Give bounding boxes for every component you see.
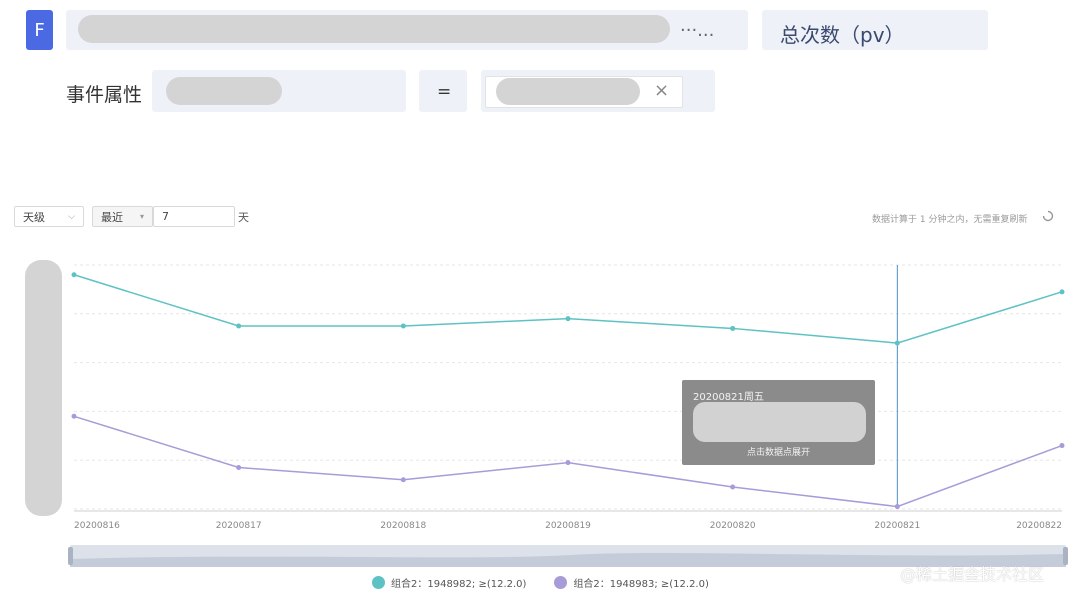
data-point[interactable] — [730, 325, 736, 331]
data-point[interactable] — [400, 477, 406, 483]
x-tick-label: 20200820 — [710, 521, 756, 531]
line-chart[interactable]: 20200816 20200817 20200818 20200819 20200820… — [0, 0, 1080, 600]
x-tick-label: 20200819 — [545, 521, 591, 531]
x-tick-label: 20200821 — [874, 521, 920, 531]
series-line-1 — [73, 274, 1063, 344]
legend-label: 组合2：1948983; ≥(12.2.0) — [573, 579, 709, 590]
x-tick-label: 20200822 — [1016, 521, 1062, 531]
legend-label: 组合2：1948982; ≥(12.2.0) — [391, 579, 527, 590]
data-point[interactable] — [71, 413, 77, 419]
data-point[interactable] — [400, 323, 406, 329]
x-tick-label: 20200816 — [74, 521, 120, 531]
tooltip-date: 20200821周五 — [693, 392, 764, 403]
data-point[interactable] — [1059, 289, 1065, 295]
x-tick-label: 20200817 — [216, 521, 262, 531]
x-tick-label: 20200818 — [380, 521, 426, 531]
data-point[interactable] — [1059, 443, 1065, 449]
data-point[interactable] — [236, 323, 242, 329]
data-point[interactable] — [565, 460, 571, 466]
legend-dot — [554, 576, 568, 589]
data-point[interactable] — [565, 316, 571, 322]
legend: 组合2：1948982; ≥(12.2.0) 组合2：1948983; ≥(12… — [372, 575, 709, 590]
data-point[interactable] — [730, 484, 736, 490]
data-point[interactable] — [894, 504, 900, 510]
tooltip: 20200821周五 点击数据点展开 — [682, 380, 875, 465]
tooltip-hint: 点击数据点展开 — [746, 448, 810, 458]
slider-handle-right[interactable] — [1063, 547, 1068, 565]
legend-dot — [372, 576, 385, 589]
data-point[interactable] — [236, 465, 242, 471]
legend-item[interactable]: 组合2：1948983; ≥(12.2.0) — [554, 575, 709, 590]
data-point[interactable] — [71, 272, 77, 278]
data-point[interactable] — [894, 340, 900, 346]
redacted-tooltip-values — [693, 402, 866, 442]
watermark: @稀土掘金技术社区 — [900, 565, 1045, 584]
slider-handle-left[interactable] — [68, 547, 73, 565]
legend-item[interactable]: 组合2：1948982; ≥(12.2.0) — [372, 575, 526, 590]
